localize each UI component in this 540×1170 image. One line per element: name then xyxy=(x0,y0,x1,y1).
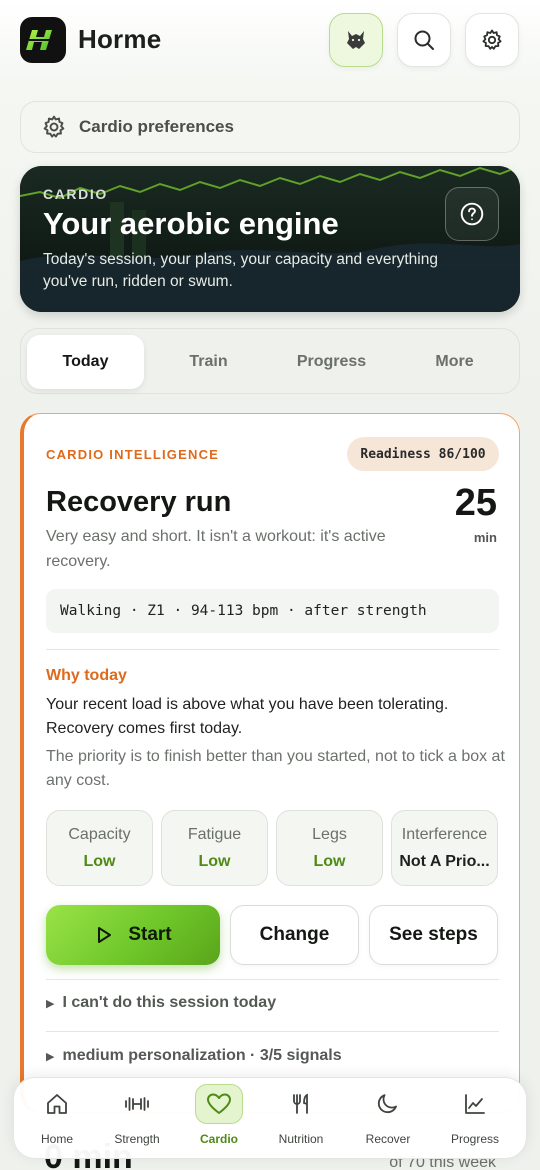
app-logo[interactable] xyxy=(20,17,66,63)
disclosure-label: I can't do this session today xyxy=(62,994,277,1011)
session-eyebrow: CARDIO INTELLIGENCE xyxy=(46,447,220,462)
chart-icon xyxy=(465,1094,485,1114)
metric-value: Low xyxy=(83,853,116,870)
nav-recover[interactable]: Recover xyxy=(351,1084,425,1154)
help-circle-icon xyxy=(460,202,484,226)
help-button[interactable] xyxy=(445,187,499,241)
metric-value: Low xyxy=(313,853,346,870)
metric-label: Capacity xyxy=(68,826,131,843)
nav-label: Strength xyxy=(114,1132,160,1146)
session-duration-unit: min xyxy=(473,530,497,545)
bottom-navigation: Home Strength Cardio Nutrition Recover P… xyxy=(13,1077,527,1159)
cardio-preferences-button[interactable]: Cardio preferences xyxy=(20,101,520,153)
change-button[interactable]: Change xyxy=(230,905,359,965)
readiness-badge: Readiness 86/100 xyxy=(347,437,499,471)
wolf-avatar-icon xyxy=(347,31,365,49)
metric-fatigue: Fatigue Low xyxy=(161,810,268,886)
why-today-heading: Why today xyxy=(46,667,127,684)
session-title: Recovery run xyxy=(46,486,232,518)
nav-label: Recover xyxy=(365,1132,411,1146)
tab-today[interactable]: Today xyxy=(27,335,144,389)
metric-label: Interference xyxy=(401,826,488,843)
tab-more[interactable]: More xyxy=(396,335,513,389)
settings-button[interactable] xyxy=(465,13,519,67)
horme-logo-icon xyxy=(26,30,57,50)
hero-title: Your aerobic engine xyxy=(43,206,339,241)
skip-session-disclosure[interactable]: ▶ I can't do this session today xyxy=(46,994,276,1012)
section-tabs: Today Train Progress More xyxy=(20,328,520,394)
metric-capacity: Capacity Low xyxy=(46,810,153,886)
start-button[interactable]: Start xyxy=(46,905,220,965)
metric-value: Low xyxy=(198,853,231,870)
cardio-preferences-label: Cardio preferences xyxy=(79,117,234,136)
app-title: Horme xyxy=(78,24,162,54)
app-screen: Horme Cardio preferences CARDIO Your aer… xyxy=(0,0,540,1170)
start-button-label: Start xyxy=(128,924,172,945)
personalization-disclosure[interactable]: ▶ medium personalization · 3/5 signals xyxy=(46,1047,342,1065)
home-icon xyxy=(47,1094,67,1114)
tab-train[interactable]: Train xyxy=(150,335,267,389)
why-today-note: The priority is to finish better than yo… xyxy=(46,748,505,789)
fork-knife-icon xyxy=(293,1093,308,1114)
dumbbell-icon xyxy=(125,1097,149,1111)
tab-progress[interactable]: Progress xyxy=(273,335,390,389)
gear-icon xyxy=(482,29,502,50)
metric-label: Fatigue xyxy=(187,826,242,843)
nav-label: Cardio xyxy=(199,1132,238,1146)
profile-avatar-button[interactable] xyxy=(329,13,383,67)
nav-strength[interactable]: Strength xyxy=(100,1084,174,1154)
nav-label: Nutrition xyxy=(278,1132,324,1146)
nav-nutrition[interactable]: Nutrition xyxy=(264,1084,338,1154)
search-button[interactable] xyxy=(397,13,451,67)
divider xyxy=(46,649,499,650)
nav-cardio[interactable]: Cardio xyxy=(182,1084,256,1154)
divider xyxy=(46,979,499,980)
header: Horme xyxy=(0,0,540,82)
session-description: Very easy and short. It isn't a workout:… xyxy=(46,528,386,570)
nav-home[interactable]: Home xyxy=(20,1084,94,1154)
divider xyxy=(46,1031,499,1032)
play-icon xyxy=(98,927,112,943)
metric-legs: Legs Low xyxy=(276,810,383,886)
nav-progress[interactable]: Progress xyxy=(438,1084,512,1154)
moon-icon xyxy=(377,1094,397,1114)
metric-label: Legs xyxy=(312,826,347,843)
session-details-chip: Walking · Z1 · 94-113 bpm · after streng… xyxy=(46,589,499,633)
session-card: CARDIO INTELLIGENCE Readiness 86/100 Rec… xyxy=(20,413,520,1113)
disclosure-label: medium personalization · 3/5 signals xyxy=(62,1047,342,1064)
search-icon xyxy=(414,30,434,50)
session-duration-value: 25 xyxy=(454,482,497,524)
metric-value: Not A Prio... xyxy=(399,853,490,870)
hero-description: Today's session, your plans, your capaci… xyxy=(43,251,438,290)
metric-interference: Interference Not A Prio... xyxy=(391,810,498,886)
nav-label: Home xyxy=(40,1132,73,1146)
disclosure-triangle-icon: ▶ xyxy=(46,997,55,1010)
hero-eyebrow: CARDIO xyxy=(43,186,108,202)
why-today-text: Your recent load is above what you have … xyxy=(46,696,449,737)
disclosure-triangle-icon: ▶ xyxy=(46,1050,55,1063)
see-steps-button[interactable]: See steps xyxy=(369,905,498,965)
cardio-hero-banner: CARDIO Your aerobic engine Today's sessi… xyxy=(20,166,520,312)
nav-label: Progress xyxy=(450,1132,500,1146)
heart-icon xyxy=(207,1093,231,1114)
gear-icon xyxy=(43,115,65,138)
